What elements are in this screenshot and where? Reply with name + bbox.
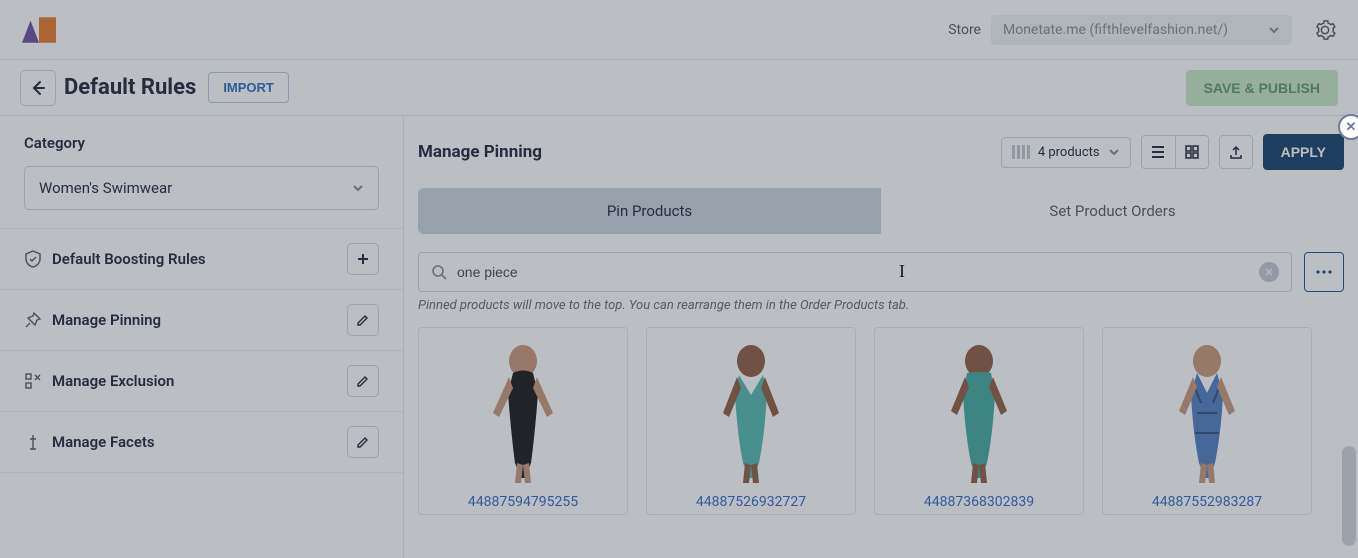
product-count: 4 products [1038,145,1100,160]
category-section: Category Women's Swimwear [0,116,403,229]
plus-icon [356,252,370,266]
grid-view-button[interactable] [1175,135,1209,169]
close-icon: ✕ [1264,266,1273,279]
edit-button[interactable] [347,426,379,458]
list-icon [1150,144,1166,160]
scrollbar[interactable] [1342,446,1356,546]
tab-set-product-orders[interactable]: Set Product Orders [881,188,1344,234]
grid-icon [1184,144,1200,160]
edit-button[interactable] [347,304,379,336]
arrow-left-icon [29,79,47,97]
list-view-button[interactable] [1141,135,1175,169]
pinning-hint: Pinned products will move to the top. Yo… [418,298,1344,313]
chevron-down-icon [352,182,364,194]
clear-search-button[interactable]: ✕ [1259,262,1279,282]
store-selector[interactable]: Monetate.me (fifthlevelfashion.net/) [991,15,1292,45]
close-button[interactable]: ✕ [1338,114,1358,140]
product-sku: 44887552983287 [1152,494,1262,510]
edit-button[interactable] [347,365,379,397]
product-sku: 44887594795255 [468,494,578,510]
category-label: Category [24,134,379,152]
page-title: Default Rules [64,75,196,100]
more-icon [1315,269,1333,275]
sidebar-item-label: Manage Facets [52,433,155,451]
text-cursor-icon: I [899,261,900,281]
pencil-icon [356,313,370,327]
close-icon: ✕ [1346,120,1357,135]
product-sku: 44887526932727 [696,494,806,510]
main-title: Manage Pinning [418,142,542,162]
exclusion-icon [24,372,42,390]
grip-icon [1012,145,1030,159]
pencil-icon [356,435,370,449]
sidebar-item-label: Default Boosting Rules [52,250,206,268]
sidebar-item-pinning[interactable]: Manage Pinning [0,290,403,351]
product-card[interactable]: 44887552983287 [1102,327,1312,515]
store-value: Monetate.me (fifthlevelfashion.net/) [1003,22,1228,38]
sidebar-item-facets[interactable]: Manage Facets [0,412,403,473]
shield-icon [24,250,42,268]
search-icon [431,264,447,280]
search-box[interactable]: I ✕ [418,252,1292,292]
logo [22,17,56,43]
pin-icon [24,311,42,329]
back-button[interactable] [20,70,56,106]
pencil-icon [356,374,370,388]
more-options-button[interactable] [1304,252,1344,292]
product-card[interactable]: 44887594795255 [418,327,628,515]
export-icon [1228,144,1244,160]
chevron-down-icon [1108,146,1120,158]
export-button[interactable] [1219,135,1253,169]
sidebar-item-label: Manage Pinning [52,311,161,329]
add-button[interactable] [347,243,379,275]
product-image [443,338,603,488]
sidebar-item-label: Manage Exclusion [52,372,174,390]
sidebar-item-boosting[interactable]: Default Boosting Rules [0,229,403,290]
page-header: Default Rules IMPORT SAVE & PUBLISH [0,60,1358,116]
gear-icon[interactable] [1314,19,1336,41]
import-button[interactable]: IMPORT [208,72,289,103]
store-label: Store [948,22,981,38]
category-value: Women's Swimwear [39,179,172,197]
tabs: Pin Products Set Product Orders [418,188,1344,234]
product-image [1127,338,1287,488]
product-image [671,338,831,488]
product-count-selector[interactable]: 4 products [1001,137,1131,168]
save-publish-button[interactable]: SAVE & PUBLISH [1186,70,1338,106]
apply-button[interactable]: APPLY [1263,134,1344,170]
category-selector[interactable]: Women's Swimwear [24,166,379,210]
product-card[interactable]: 44887368302839 [874,327,1084,515]
main-panel: ✕ Manage Pinning 4 products [404,116,1358,558]
sidebar-item-exclusion[interactable]: Manage Exclusion [0,351,403,412]
product-card[interactable]: 44887526932727 [646,327,856,515]
product-sku: 44887368302839 [924,494,1034,510]
search-input[interactable] [457,264,1249,280]
sidebar: Category Women's Swimwear Default Boosti… [0,116,404,558]
products-grid: 44887594795255 44887526932727 4488736830… [418,327,1344,515]
chevron-down-icon [1268,24,1280,36]
product-image [899,338,1059,488]
facets-icon [24,433,42,451]
tab-pin-products[interactable]: Pin Products [418,188,881,234]
top-bar: Store Monetate.me (fifthlevelfashion.net… [0,0,1358,60]
